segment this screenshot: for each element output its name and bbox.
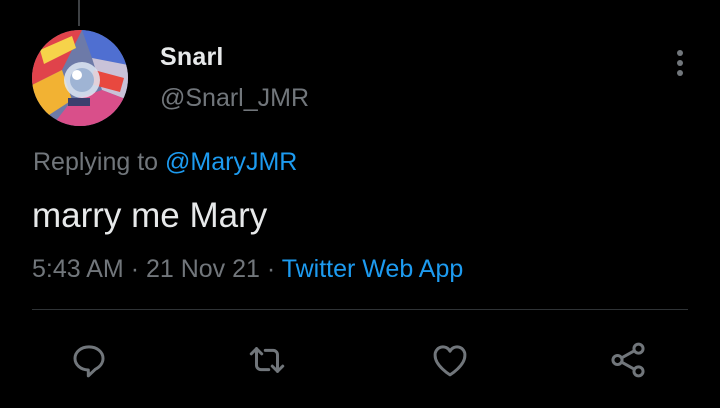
- author-display-name[interactable]: Snarl: [160, 43, 224, 72]
- more-vertical-icon: [677, 50, 683, 76]
- more-options-button[interactable]: [666, 46, 694, 80]
- replying-to-label: Replying to: [33, 148, 159, 176]
- reply-icon: [73, 345, 105, 378]
- divider: [32, 309, 688, 310]
- replying-to-line: Replying to @MaryJMR: [33, 148, 297, 177]
- like-button[interactable]: [428, 338, 472, 382]
- author-handle[interactable]: @Snarl_JMR: [160, 84, 309, 113]
- tweet-date[interactable]: 21 Nov 21: [146, 255, 260, 283]
- tweet-source-link[interactable]: Twitter Web App: [282, 255, 464, 283]
- retweet-icon: [249, 347, 285, 373]
- like-icon: [433, 345, 467, 377]
- tweet-time[interactable]: 5:43 AM: [32, 255, 124, 283]
- thread-connector-line: [78, 0, 80, 26]
- meta-separator: ·: [130, 255, 140, 283]
- retweet-button[interactable]: [245, 338, 289, 382]
- share-icon: [611, 342, 645, 378]
- avatar[interactable]: [32, 30, 128, 126]
- meta-separator: ·: [266, 255, 276, 283]
- share-button[interactable]: [606, 338, 650, 382]
- tweet-metadata: 5:43 AM · 21 Nov 21 · Twitter Web App: [32, 255, 463, 284]
- replying-to-mention-link[interactable]: @MaryJMR: [165, 148, 297, 176]
- reply-button[interactable]: [67, 338, 111, 382]
- tweet-text: marry me Mary: [32, 196, 268, 235]
- avatar-image: [32, 30, 128, 126]
